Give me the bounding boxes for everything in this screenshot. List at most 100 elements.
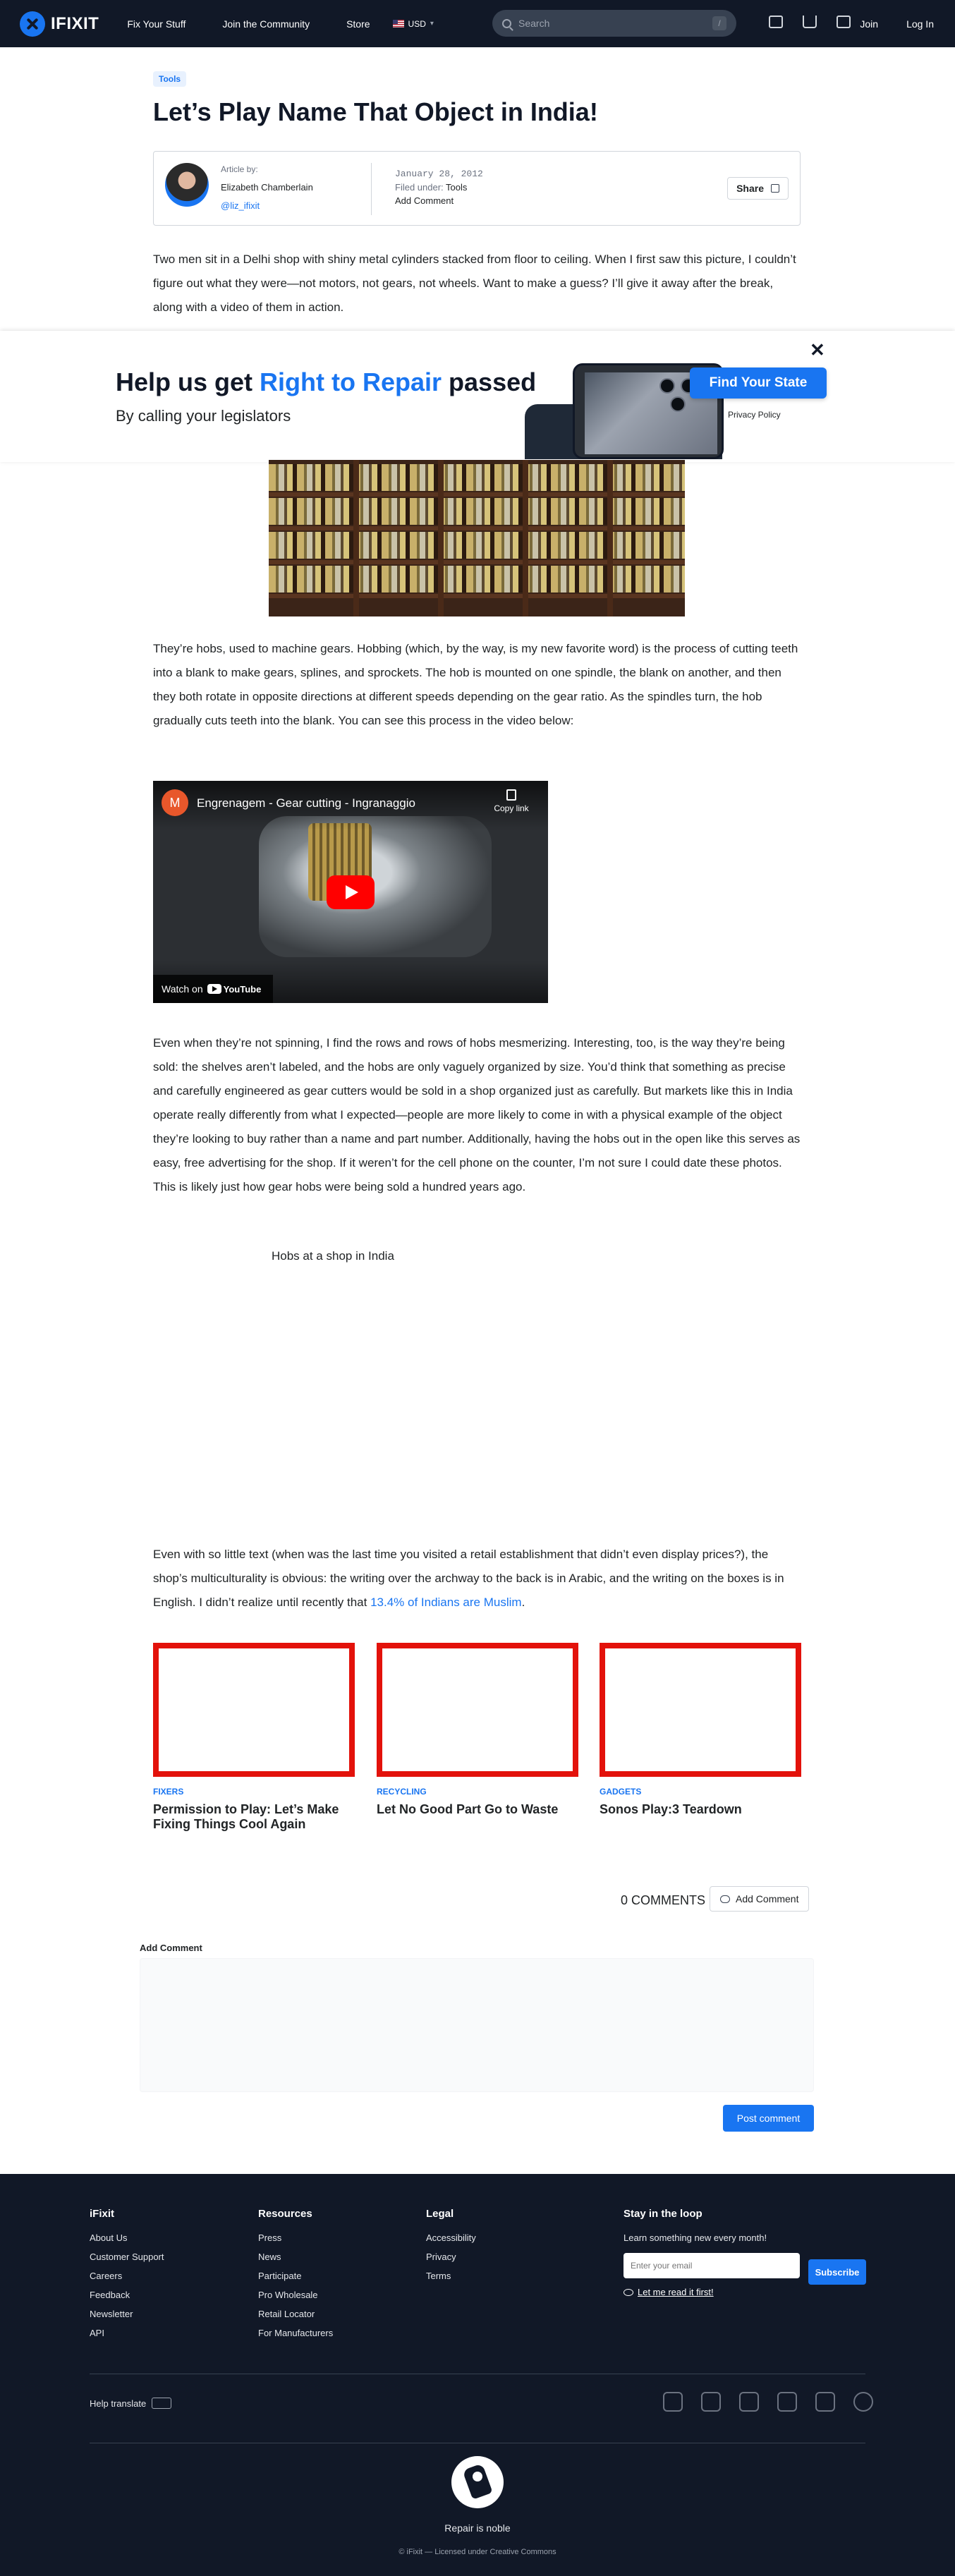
youtube-icon[interactable] — [815, 2392, 835, 2412]
nav-store[interactable]: Store — [346, 18, 370, 30]
add-comment-label: Add Comment — [736, 1893, 799, 1904]
nav-fix-your-stuff[interactable]: Fix Your Stuff — [127, 18, 185, 30]
footer-link[interactable]: Pro Wholesale — [258, 2290, 333, 2300]
footer-link[interactable]: Accessibility — [426, 2232, 476, 2243]
related-title[interactable]: Permission to Play: Let’s Make Fixing Th… — [153, 1802, 355, 1832]
share-button[interactable]: Share — [727, 177, 789, 200]
camera-lens — [659, 378, 675, 394]
footer-link[interactable]: Feedback — [90, 2290, 164, 2300]
add-comment-link[interactable]: Add Comment — [395, 194, 483, 207]
footer-link[interactable]: About Us — [90, 2232, 164, 2243]
related-category[interactable]: FIXERS — [153, 1787, 355, 1797]
find-your-state-button[interactable]: Find Your State — [690, 367, 827, 399]
facebook-icon[interactable] — [701, 2392, 721, 2412]
nav-join-community[interactable]: Join the Community — [222, 18, 310, 30]
newsletter-email-input[interactable] — [624, 2253, 800, 2278]
copy-link-button[interactable]: Copy link — [490, 789, 533, 813]
tiktok-icon[interactable] — [663, 2392, 683, 2412]
language-icon[interactable] — [837, 16, 851, 28]
instagram-icon[interactable] — [777, 2392, 797, 2412]
author-label: Article by: — [221, 164, 258, 174]
subscribe-button[interactable]: Subscribe — [808, 2259, 866, 2285]
search-shortcut-key: / — [712, 16, 726, 30]
banner-title-highlight: Right to Repair — [260, 367, 442, 396]
footer-link[interactable]: Newsletter — [90, 2309, 164, 2319]
add-comment-button[interactable]: Add Comment — [710, 1886, 810, 1912]
toolbox-icon[interactable] — [769, 16, 783, 28]
comment-bubble-icon — [720, 1895, 730, 1903]
search-bar[interactable]: / — [492, 10, 736, 37]
related-title[interactable]: Sonos Play:3 Teardown — [600, 1802, 801, 1817]
footer-copyright[interactable]: © iFixit — Licensed under Creative Commo… — [0, 2548, 955, 2556]
share-label: Share — [736, 183, 764, 194]
related-thumbnail[interactable] — [153, 1643, 355, 1777]
footer-link[interactable]: News — [258, 2252, 333, 2262]
related-article-card[interactable]: FIXERS Permission to Play: Let’s Make Fi… — [153, 1643, 355, 1832]
footer-col-title: Resources — [258, 2208, 312, 2220]
watch-on-youtube-button[interactable]: Watch on YouTube — [153, 975, 273, 1003]
footer-col-ifixit: iFixit About Us Customer Support Careers… — [90, 2208, 164, 2347]
banner-title-post: passed — [442, 367, 537, 396]
post-date: January 28, 2012 — [395, 169, 483, 179]
article-tag[interactable]: Tools — [153, 71, 187, 87]
paragraph-4-end: . — [521, 1596, 525, 1609]
related-title[interactable]: Let No Good Part Go to Waste — [377, 1802, 578, 1817]
footer-link[interactable]: API — [90, 2328, 164, 2338]
author-name[interactable]: Elizabeth Chamberlain — [221, 182, 313, 193]
filed-label: Filed under: — [395, 182, 444, 193]
footer-link[interactable]: For Manufacturers — [258, 2328, 333, 2338]
medium-icon[interactable] — [853, 2392, 873, 2412]
privacy-policy-link[interactable]: Privacy Policy — [728, 410, 781, 420]
shelf-post — [438, 460, 444, 616]
footer-link[interactable]: Customer Support — [90, 2252, 164, 2262]
eye-icon — [624, 2288, 633, 2296]
filed-value[interactable]: Tools — [446, 182, 467, 193]
related-thumbnail[interactable] — [600, 1643, 801, 1777]
search-input[interactable] — [518, 18, 695, 29]
let-me-read-link[interactable]: Let me read it first! — [624, 2287, 800, 2297]
channel-avatar[interactable]: M — [162, 789, 188, 816]
login-link[interactable]: Log In — [906, 18, 934, 30]
footer-link[interactable]: Careers — [90, 2271, 164, 2281]
let-me-read-label: Let me read it first! — [638, 2287, 714, 2297]
footer-link[interactable]: Terms — [426, 2271, 476, 2281]
comment-textarea[interactable] — [140, 1958, 814, 2092]
currency-selector[interactable]: USD ▾ — [392, 18, 434, 29]
footer-link[interactable]: Press — [258, 2232, 333, 2243]
post-comment-button[interactable]: Post comment — [723, 2105, 814, 2132]
footer-link[interactable]: Retail Locator — [258, 2309, 333, 2319]
play-button-icon[interactable] — [327, 875, 375, 909]
footer-link[interactable]: Participate — [258, 2271, 333, 2281]
related-thumbnail[interactable] — [377, 1643, 578, 1777]
video-frame-gear — [259, 816, 492, 957]
site-footer: iFixit About Us Customer Support Careers… — [0, 2174, 955, 2576]
youtube-wordmark: YouTube — [223, 983, 262, 995]
currency-label: USD — [408, 18, 426, 29]
help-translate-link[interactable]: Help translate — [90, 2398, 172, 2409]
ifixit-logo[interactable]: IFIXIT — [20, 11, 99, 37]
twitter-icon[interactable] — [739, 2392, 759, 2412]
author-avatar[interactable] — [165, 163, 209, 207]
camera-lens — [670, 396, 686, 412]
shelf-row — [269, 566, 685, 593]
footer-col-title: Legal — [426, 2208, 454, 2220]
footer-link[interactable]: Privacy — [426, 2252, 476, 2262]
cart-icon[interactable] — [803, 16, 817, 28]
newsletter-text: Learn something new every month! — [624, 2232, 767, 2243]
related-category[interactable]: RECYCLING — [377, 1787, 578, 1797]
related-article-card[interactable]: RECYCLING Let No Good Part Go to Waste — [377, 1643, 578, 1817]
comment-count: 0 COMMENTS — [621, 1893, 706, 1907]
shelf-beam — [269, 526, 685, 530]
related-category[interactable]: GADGETS — [600, 1787, 801, 1797]
join-link[interactable]: Join — [860, 18, 878, 30]
logo-text: IFIXIT — [51, 13, 99, 33]
shelf-post — [353, 460, 359, 616]
close-banner-button[interactable]: ✕ — [810, 339, 825, 361]
related-article-card[interactable]: GADGETS Sonos Play:3 Teardown — [600, 1643, 801, 1817]
muslim-stat-link[interactable]: 13.4% of Indians are Muslim — [370, 1596, 522, 1609]
shelf-post — [607, 460, 613, 616]
video-title[interactable]: Engrenagem - Gear cutting - Ingranaggio — [197, 796, 415, 810]
author-handle[interactable]: @liz_ifixit — [221, 200, 313, 211]
youtube-video-embed[interactable]: M Engrenagem - Gear cutting - Ingranaggi… — [153, 781, 548, 1003]
byline-box: Article by: Elizabeth Chamberlain @liz_i… — [153, 151, 801, 226]
